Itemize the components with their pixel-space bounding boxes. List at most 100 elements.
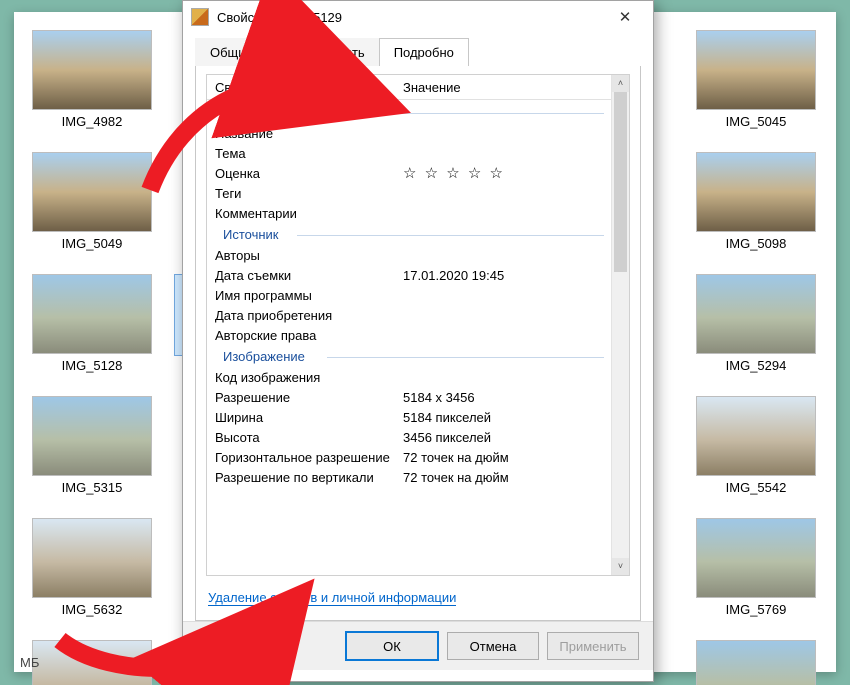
prop-label: Дата приобретения [207,308,399,323]
properties-dialog: Свойства: IMG_5129 ✕ Общие Безопасность … [182,0,654,682]
group-description: Описание [207,101,612,123]
prop-label: Горизонтальное разрешение [207,450,399,465]
thumbnail-item[interactable]: IMG_5128 [32,274,152,373]
prop-label: Авторы [207,248,399,263]
thumbnail-label: IMG_5315 [32,480,152,495]
thumbnail-item[interactable]: IMG_5315 [32,396,152,495]
group-label: Изображение [223,349,305,364]
thumbnail-label: IMG_5769 [696,602,816,617]
prop-label: Дата съемки [207,268,399,283]
thumbnail-label: IMG_4982 [32,114,152,129]
row-width[interactable]: Ширина 5184 пикселей [207,407,612,427]
thumbnail-item[interactable]: IMG_5045 [696,30,816,129]
titlebar[interactable]: Свойства: IMG_5129 ✕ [183,1,653,33]
thumbnail-image [32,518,152,598]
vertical-scrollbar[interactable]: ˄ ˅ [611,75,629,575]
tab-details[interactable]: Подробно [379,38,469,66]
header-property[interactable]: Свойство [207,80,399,95]
prop-label: Теги [207,186,399,201]
group-label: Источник [223,227,279,242]
row-subject[interactable]: Тема [207,143,612,163]
scroll-thumb[interactable] [614,92,627,272]
prop-value: 5184 пикселей [399,410,612,425]
thumbnail-item[interactable]: IMG_5049 [32,152,152,251]
row-date-taken[interactable]: Дата съемки 17.01.2020 19:45 [207,265,612,285]
row-title[interactable]: Название [207,123,612,143]
thumbnail-label: IMG_5294 [696,358,816,373]
thumbnail-label: IMG_5049 [32,236,152,251]
group-image: Изображение [207,345,612,367]
rating-stars[interactable]: ☆ ☆ ☆ ☆ ☆ [399,164,612,182]
thumbnail-item[interactable]: IMG_5294 [696,274,816,373]
scroll-down-button[interactable]: ˅ [612,558,629,575]
prop-label: Комментарии [207,206,399,221]
thumbnail-item[interactable]: IMG_5632 [32,518,152,617]
thumbnail-label: IMG_5045 [696,114,816,129]
thumbnail-image [696,640,816,685]
thumbnail-image [32,152,152,232]
thumbnail-image [696,518,816,598]
tab-security[interactable]: Безопасность [267,38,380,66]
prop-label: Разрешение по вертикали [207,470,399,485]
thumbnail-image [32,30,152,110]
prop-label: Название [207,126,399,141]
row-date-acquired[interactable]: Дата приобретения [207,305,612,325]
prop-value: 72 точек на дюйм [399,450,612,465]
prop-label: Оценка [207,166,399,181]
thumbnail-item[interactable] [32,640,152,685]
prop-label: Высота [207,430,399,445]
row-hres[interactable]: Горизонтальное разрешение 72 точек на дю… [207,447,612,467]
thumbnail-label: IMG_5542 [696,480,816,495]
properties-header: Свойство Значение [207,75,629,100]
row-height[interactable]: Высота 3456 пикселей [207,427,612,447]
ok-button[interactable]: ОК [345,631,439,661]
prop-value: 72 точек на дюйм [399,470,612,485]
row-tags[interactable]: Теги [207,183,612,203]
prop-label: Имя программы [207,288,399,303]
row-vres[interactable]: Разрешение по вертикали 72 точек на дюйм [207,467,612,487]
thumbnail-image [696,152,816,232]
thumbnail-label: IMG_5128 [32,358,152,373]
thumbnail-image [696,396,816,476]
row-copyright[interactable]: Авторские права [207,325,612,345]
dialog-footer: ОК Отмена Применить [183,621,653,670]
tab-general[interactable]: Общие [195,38,268,66]
prop-value: 5184 x 3456 [399,390,612,405]
thumbnail-item[interactable]: IMG_4982 [32,30,152,129]
thumbnail-label: IMG_5098 [696,236,816,251]
thumbnail-image [32,274,152,354]
remove-properties-link[interactable]: Удаление свойств и личной информации [208,590,456,606]
prop-value: 17.01.2020 19:45 [399,268,612,283]
close-button[interactable]: ✕ [605,8,645,26]
row-program[interactable]: Имя программы [207,285,612,305]
thumbnail-item[interactable]: IMG_5769 [696,518,816,617]
row-rating[interactable]: Оценка ☆ ☆ ☆ ☆ ☆ [207,163,612,183]
row-authors[interactable]: Авторы [207,245,612,265]
prop-label: Код изображения [207,370,399,385]
properties-scroll: Описание Название Тема Оценка ☆ ☆ ☆ ☆ ☆ [207,99,612,575]
thumbnail-image [696,30,816,110]
group-line [297,113,604,114]
row-image-id[interactable]: Код изображения [207,367,612,387]
row-comments[interactable]: Комментарии [207,203,612,223]
header-value[interactable]: Значение [399,80,629,95]
group-line [297,235,604,236]
cancel-button[interactable]: Отмена [447,632,539,660]
tab-body-details: Свойство Значение Описание Название Тема [195,66,641,621]
apply-button[interactable]: Применить [547,632,639,660]
thumbnail-image [32,396,152,476]
row-dimensions[interactable]: Разрешение 5184 x 3456 [207,387,612,407]
properties-list: Свойство Значение Описание Название Тема [206,74,630,576]
thumbnail-item[interactable]: IMG_5098 [696,152,816,251]
thumbnail-item[interactable]: IMG_5542 [696,396,816,495]
group-source: Источник [207,223,612,245]
prop-value: 3456 пикселей [399,430,612,445]
prop-label: Разрешение [207,390,399,405]
thumbnail-item[interactable] [696,640,816,685]
thumbnail-image [696,274,816,354]
scroll-up-button[interactable]: ˄ [612,75,629,92]
thumbnail-label: IMG_5632 [32,602,152,617]
dialog-title: Свойства: IMG_5129 [217,10,605,25]
group-line [327,357,604,358]
file-icon [191,8,209,26]
